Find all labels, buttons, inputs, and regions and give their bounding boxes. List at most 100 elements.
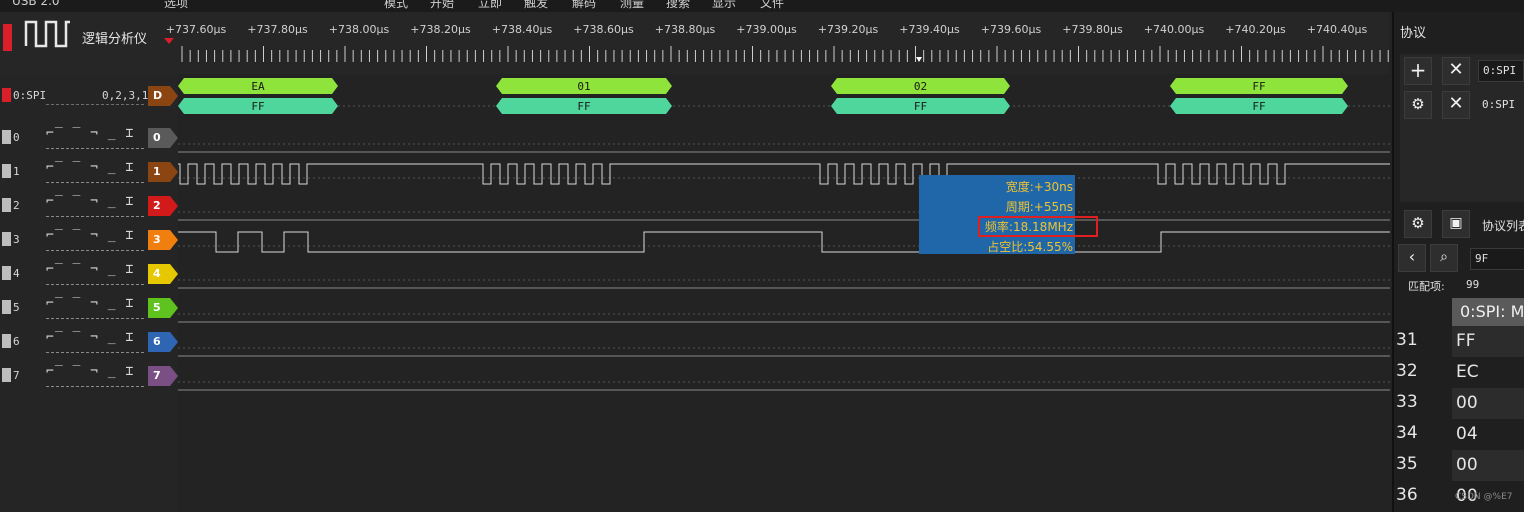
match-count: 99 <box>1466 278 1480 291</box>
time-ruler <box>181 46 1389 62</box>
measure-width: 宽度:+30ns <box>1005 180 1073 194</box>
menu-start[interactable]: 开始 <box>430 0 454 11</box>
decode-value-top: FF <box>1252 80 1265 93</box>
channel-number: 3 <box>13 233 20 246</box>
channel-separator <box>46 284 144 285</box>
search-icon[interactable]: ⌕ <box>1430 244 1458 272</box>
channel-tag[interactable]: 1 <box>148 162 178 182</box>
back-icon[interactable]: ‹ <box>1398 244 1426 272</box>
list-header[interactable]: 0:SPI: M <box>1452 298 1524 326</box>
channel-number: 7 <box>13 369 20 382</box>
list-index: 36 <box>1396 485 1418 505</box>
channel-indicator[interactable] <box>2 368 11 382</box>
spi-tag-label: D <box>153 89 163 102</box>
menu-search[interactable]: 搜索 <box>666 0 690 11</box>
trigger-icons[interactable]: ⌐‾ ‾ ¬ _ ⌶ <box>46 364 134 379</box>
channel-indicator[interactable] <box>2 198 11 212</box>
list-index: 34 <box>1396 423 1418 443</box>
trigger-icons[interactable]: ⌐‾ ‾ ¬ _ ⌶ <box>46 330 134 345</box>
list-value: 04 <box>1456 424 1478 444</box>
channel-tag-label: 7 <box>153 369 161 382</box>
channel-3-waveform <box>178 231 1390 253</box>
channel-number: 5 <box>13 301 20 314</box>
menu-options[interactable]: 选项 <box>164 0 188 11</box>
spi-tag[interactable]: D <box>148 86 178 106</box>
trigger-icons[interactable]: ⌐‾ ‾ ¬ _ ⌶ <box>46 126 134 141</box>
list-item[interactable]: 31 FF <box>1394 326 1524 357</box>
list-value: 00 <box>1452 450 1524 481</box>
time-axis[interactable]: +737.60µs +737.80µs +738.00µs +738.20µs +738… <box>166 12 1390 74</box>
measurement-popup: 宽度:+30ns 周期:+55ns 频率:18.18MHz 占空比:54.55% <box>919 175 1075 254</box>
menu-file[interactable]: 文件 <box>760 0 784 11</box>
spi-name: 0:SPI <box>13 89 47 102</box>
add-protocol-button[interactable]: + <box>1404 57 1432 85</box>
menu-mode[interactable]: 模式 <box>384 0 408 11</box>
config-icon[interactable]: ⚙ <box>1404 210 1432 238</box>
list-item[interactable]: 34 04 <box>1394 419 1524 450</box>
list-value: 00 <box>1452 388 1524 419</box>
channel-tag[interactable]: 3 <box>148 230 178 250</box>
channel-tag-label: 0 <box>153 131 161 144</box>
list-index: 31 <box>1396 330 1418 350</box>
menu-immediate[interactable]: 立即 <box>478 0 502 11</box>
channel-tag[interactable]: 2 <box>148 196 178 216</box>
channel-indicator[interactable] <box>2 334 11 348</box>
measure-period: 周期:+55ns <box>1005 200 1073 214</box>
save-icon[interactable]: ▣ <box>1442 210 1470 238</box>
protocol-title: 协议 <box>1400 26 1427 41</box>
usb-label: USB 2.0 <box>12 0 60 8</box>
settings-icon[interactable]: ⚙ <box>1404 91 1432 119</box>
decode-value-bottom: FF <box>251 100 264 113</box>
channel-tag-label: 1 <box>153 165 161 178</box>
trigger-icons[interactable]: ⌐‾ ‾ ¬ _ ⌶ <box>46 194 134 209</box>
list-index: 33 <box>1396 392 1418 412</box>
channel-number: 4 <box>13 267 20 280</box>
channel-tag[interactable]: 4 <box>148 264 178 284</box>
channel-indicator[interactable] <box>2 232 11 246</box>
waveform-area[interactable]: EA FF 01 FF 02 FF FF FF <box>178 74 1390 404</box>
spi-separator <box>46 104 144 105</box>
channel-tag-label: 6 <box>153 335 161 348</box>
cursor-marker <box>916 57 922 62</box>
channel-separator <box>46 216 144 217</box>
menu-trigger[interactable]: 触发 <box>524 0 548 11</box>
frequency-highlight <box>978 216 1098 237</box>
channel-tag-label: 4 <box>153 267 161 280</box>
protocol-panel: 协议 + ✕ 0:SPI ⚙ ✕ 0:SPI ⚙ ▣ 协议列表 ‹ ⌕ 9F 匹… <box>1392 12 1524 512</box>
channel-separator <box>46 182 144 183</box>
list-item[interactable]: 35 00 <box>1394 450 1524 481</box>
list-value: EC <box>1456 362 1479 382</box>
list-value: FF <box>1452 326 1524 357</box>
channel-indicator[interactable] <box>2 130 11 144</box>
menu-bar: USB 2.0 选项 模式 开始 立即 触发 解码 测量 搜索 显示 文件 <box>0 0 1524 12</box>
channel-number: 6 <box>13 335 20 348</box>
remove-protocol-button-2[interactable]: ✕ <box>1442 91 1470 119</box>
menu-display[interactable]: 显示 <box>712 0 736 11</box>
menu-decode[interactable]: 解码 <box>572 0 596 11</box>
trigger-icons[interactable]: ⌐‾ ‾ ¬ _ ⌶ <box>46 262 134 277</box>
channel-tag[interactable]: 7 <box>148 366 178 386</box>
search-input[interactable]: 9F <box>1470 248 1524 270</box>
protocol-field-1[interactable]: 0:SPI <box>1478 60 1524 82</box>
match-label: 匹配项: <box>1408 280 1445 293</box>
decode-value-top: 02 <box>914 80 927 93</box>
channel-tag[interactable]: 0 <box>148 128 178 148</box>
list-item[interactable]: 32 EC <box>1394 357 1524 388</box>
channel-tag-label: 2 <box>153 199 161 212</box>
dropdown-icon[interactable] <box>164 38 174 44</box>
channel-tag[interactable]: 6 <box>148 332 178 352</box>
channel-indicator[interactable] <box>2 266 11 280</box>
decode-value-bottom: FF <box>577 100 590 113</box>
channel-indicator[interactable] <box>2 300 11 314</box>
channel-separator <box>46 352 144 353</box>
remove-protocol-button[interactable]: ✕ <box>1442 57 1470 85</box>
channel-indicator[interactable] <box>2 164 11 178</box>
trigger-icons[interactable]: ⌐‾ ‾ ¬ _ ⌶ <box>46 228 134 243</box>
trigger-icons[interactable]: ⌐‾ ‾ ¬ _ ⌶ <box>46 296 134 311</box>
channel-separator <box>46 386 144 387</box>
spi-channels: 0,2,3,1 <box>102 89 149 102</box>
trigger-icons[interactable]: ⌐‾ ‾ ¬ _ ⌶ <box>46 160 134 175</box>
channel-tag[interactable]: 5 <box>148 298 178 318</box>
list-item[interactable]: 33 00 <box>1394 388 1524 419</box>
menu-measure[interactable]: 测量 <box>620 0 644 11</box>
